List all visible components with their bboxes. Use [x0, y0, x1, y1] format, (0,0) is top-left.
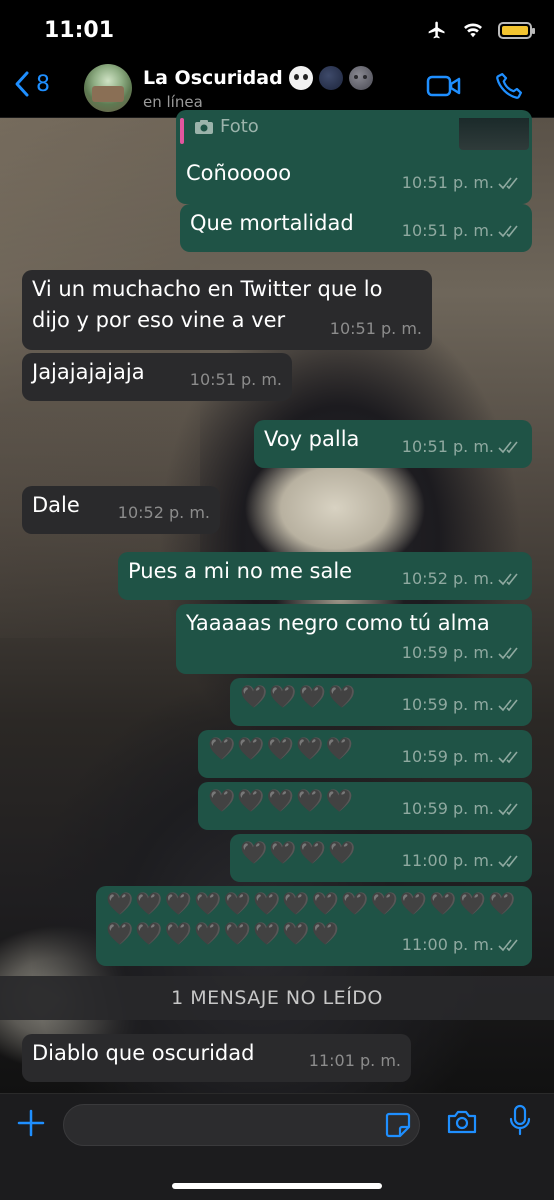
video-call-icon[interactable] — [426, 74, 462, 98]
message-bubble-outgoing[interactable]: 🖤🖤🖤🖤 10:59 p. m. — [230, 678, 532, 726]
message-time: 10:59 p. m. — [401, 695, 494, 714]
back-button[interactable]: 8 — [14, 70, 50, 98]
message-bubble-incoming[interactable]: Diablo que oscuridad 11:01 p. m. — [22, 1034, 411, 1082]
reply-quote-bar — [180, 118, 184, 144]
message-time: 11:00 p. m. — [401, 935, 494, 954]
message-time: 10:52 p. m. — [401, 569, 494, 588]
double-check-icon — [498, 751, 518, 763]
message-time: 10:59 p. m. — [401, 747, 494, 766]
new-moon-face-emoji-icon — [348, 66, 373, 90]
home-indicator — [172, 1183, 382, 1189]
message-bubble-incoming[interactable]: Dale 10:52 p. m. — [22, 486, 220, 534]
message-meta: 10:51 p. m. — [402, 167, 522, 198]
message-time: 10:52 p. m. — [117, 503, 210, 522]
message-bubble-incoming[interactable]: Jajajajajaja 10:51 p. m. — [22, 353, 292, 401]
message-time: 10:51 p. m. — [329, 319, 422, 338]
microphone-icon[interactable] — [508, 1104, 532, 1138]
status-time: 11:01 — [44, 18, 115, 43]
message-meta: 10:59 p. m. — [402, 689, 522, 720]
message-meta: 10:51 p. m. — [402, 215, 522, 246]
reply-photo-caption[interactable]: Foto — [194, 116, 259, 137]
message-time: 10:51 p. m. — [189, 370, 282, 389]
message-bubble-outgoing[interactable]: Que mortalidad 10:51 p. m. — [180, 204, 532, 252]
airplane-icon — [428, 21, 445, 39]
message-meta: 11:00 p. m. — [402, 845, 522, 876]
battery-icon — [498, 21, 535, 39]
wifi-icon — [464, 23, 482, 38]
double-check-icon — [498, 803, 518, 815]
double-check-icon — [498, 855, 518, 867]
unread-messages-banner: 1 MENSAJE NO LEÍDO — [0, 976, 554, 1020]
double-check-icon — [498, 699, 518, 711]
message-bubble-incoming[interactable]: Vi un muchacho en Twitter que lo dijo y … — [22, 270, 432, 350]
message-meta: 10:51 p. m. — [402, 431, 522, 462]
chat-title[interactable]: La Oscuridad — [143, 66, 373, 90]
message-bubble-outgoing[interactable]: Yaaaaas negro como tú alma 10:59 p. m. — [176, 604, 532, 674]
plus-icon[interactable] — [16, 1108, 46, 1138]
message-bubble-outgoing[interactable]: Voy palla 10:51 p. m. — [254, 420, 532, 468]
message-bubble-outgoing[interactable]: 🖤🖤🖤🖤🖤🖤🖤🖤🖤🖤🖤🖤🖤🖤🖤🖤🖤🖤🖤🖤🖤🖤 11:00 p. m. — [96, 886, 532, 966]
new-moon-emoji-icon — [318, 66, 343, 90]
double-check-icon — [498, 225, 518, 237]
sticker-icon[interactable] — [384, 1111, 412, 1139]
chat-title-text: La Oscuridad — [143, 67, 283, 89]
message-meta: 10:59 p. m. — [402, 793, 522, 824]
double-check-icon — [498, 647, 518, 659]
reply-caption-text: Foto — [220, 116, 259, 137]
chat-header: 8 La Oscuridad en línea — [0, 56, 554, 118]
message-meta: 10:51 p. m. — [190, 364, 282, 395]
message-time: 10:59 p. m. — [401, 643, 494, 662]
message-time: 10:51 p. m. — [401, 221, 494, 240]
camera-icon — [195, 119, 213, 134]
double-check-icon — [498, 177, 518, 189]
message-meta: 11:01 p. m. — [309, 1045, 401, 1076]
chat-status: en línea — [143, 93, 203, 111]
avatar[interactable] — [84, 64, 132, 112]
message-bubble-outgoing[interactable]: Pues a mi no me sale 10:52 p. m. — [118, 552, 532, 600]
message-time: 11:00 p. m. — [401, 851, 494, 870]
phone-call-icon[interactable] — [494, 71, 524, 101]
message-meta: 10:59 p. m. — [402, 637, 522, 668]
message-meta: 10:52 p. m. — [118, 497, 210, 528]
message-meta: 11:00 p. m. — [402, 929, 522, 960]
status-bar: 11:01 — [0, 0, 554, 56]
double-check-icon — [498, 573, 518, 585]
message-bubble-outgoing[interactable]: 🖤🖤🖤🖤🖤 10:59 p. m. — [198, 782, 532, 830]
camera-icon[interactable] — [446, 1108, 478, 1136]
double-check-icon — [498, 441, 518, 453]
message-meta: 10:52 p. m. — [402, 563, 522, 594]
back-unread-count: 8 — [36, 71, 50, 97]
double-check-icon — [498, 939, 518, 951]
message-meta: 10:51 p. m. — [330, 313, 422, 344]
reply-photo-thumbnail — [459, 118, 529, 150]
message-bubble-outgoing[interactable]: 🖤🖤🖤🖤 11:00 p. m. — [230, 834, 532, 882]
skull-emoji-icon — [288, 66, 313, 90]
message-input[interactable] — [63, 1104, 420, 1146]
message-time: 11:01 p. m. — [308, 1051, 401, 1070]
message-time: 10:51 p. m. — [401, 173, 494, 192]
message-bubble-outgoing[interactable]: 🖤🖤🖤🖤🖤 10:59 p. m. — [198, 730, 532, 778]
message-meta: 10:59 p. m. — [402, 741, 522, 772]
message-time: 10:51 p. m. — [401, 437, 494, 456]
status-icons — [426, 20, 535, 40]
chevron-left-icon — [15, 71, 29, 97]
message-text: Yaaaaas negro como tú alma — [186, 611, 490, 635]
message-time: 10:59 p. m. — [401, 799, 494, 818]
